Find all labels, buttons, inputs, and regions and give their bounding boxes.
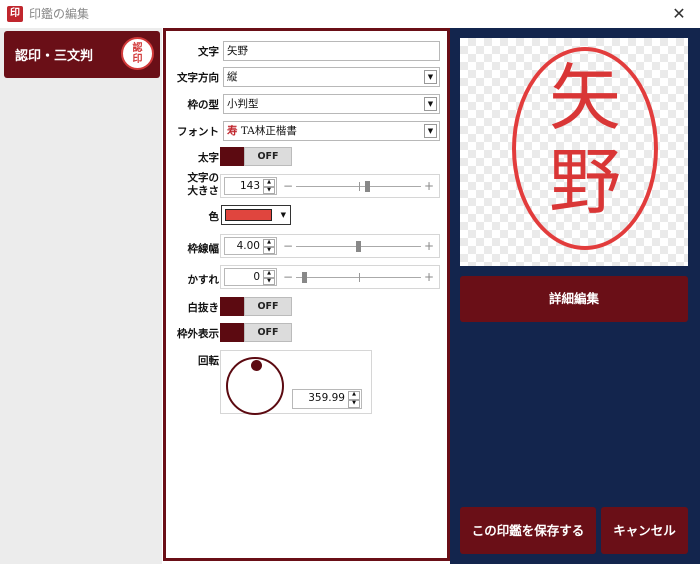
frame-width-slider-box: 4.00 ▲ ▼ − + [220,234,440,258]
spinner-buttons[interactable]: ▲ ▼ [263,239,275,254]
spin-up-icon[interactable]: ▲ [263,270,275,278]
stamp-settings-form: 文字 矢野 文字方向 縦 ▼ 枠の型 小判型 ▼ フォント 寿 TA林正楷書 ▼… [163,28,450,561]
spin-up-icon[interactable]: ▲ [348,391,360,400]
bold-toggle[interactable]: OFF [220,147,292,166]
spin-down-icon[interactable]: ▼ [263,246,275,254]
rotation-dial-knob[interactable] [251,360,262,371]
window-title: 印鑑の編集 [29,7,90,21]
direction-value: 縦 [227,71,238,83]
seal-char-top: 矢 [548,56,621,140]
blur-slider-thumb[interactable] [302,272,307,283]
blur-slider-box: 0 ▲ ▼ − + [220,265,440,289]
minus-icon[interactable]: − [283,270,293,284]
toggle-knob [220,323,244,342]
frame-select[interactable]: 小判型 ▼ [223,94,440,114]
frame-width-slider-thumb[interactable] [355,241,361,252]
stamp-type-sidebar: 認印・三文判 認 印 [0,28,162,564]
size-label-line2: 大きさ [187,185,220,197]
direction-select[interactable]: 縦 ▼ [223,67,440,87]
size-label-line1: 文字の [187,172,220,184]
preview-panel: 矢 野 詳細編集 この印鑑を保存する キャンセル [450,28,700,564]
blur-label: かすれ [187,274,220,286]
blur-value: 0 [253,271,260,283]
frame-width-slider[interactable] [296,241,421,252]
stamp-type-label: 認印・三文判 [15,49,94,64]
frame-label: 枠の型 [187,99,220,111]
spin-down-icon[interactable]: ▼ [263,186,275,194]
size-slider-box: 143 ▲ ▼ − + [220,174,440,198]
frame-width-spinner[interactable]: 4.00 ▲ ▼ [224,237,277,255]
white-out-label: 白抜き [187,302,220,314]
color-swatch [225,209,272,221]
toggle-knob [220,147,244,166]
app-stamp-icon: 印 [7,6,23,22]
cancel-button[interactable]: キャンセル [601,507,688,554]
seal-char-bottom: 野 [548,140,621,224]
slider-tick [358,182,360,191]
spin-up-icon[interactable]: ▲ [263,239,275,247]
size-spinner[interactable]: 143 ▲ ▼ [224,177,277,195]
toggle-knob [220,297,244,316]
plus-icon[interactable]: + [424,239,434,253]
rotation-value: 359.99 [308,392,345,404]
font-value: TA林正楷書 [240,125,297,137]
thumb-char-1: 認 [132,42,143,54]
chevron-down-icon[interactable]: ▼ [424,70,437,84]
stamp-type-item-mitome[interactable]: 認印・三文判 認 印 [4,31,160,78]
slider-tick [358,273,360,282]
white-out-toggle[interactable]: OFF [220,297,292,316]
font-select[interactable]: 寿 TA林正楷書 ▼ [223,121,440,141]
size-label: 文字の 大きさ [188,172,220,198]
font-sample-glyph: 寿 [227,125,238,137]
text-label: 文字 [198,46,219,58]
plus-icon[interactable]: + [424,179,434,193]
spinner-buttons[interactable]: ▲ ▼ [348,391,360,408]
blur-slider[interactable] [296,272,421,283]
spin-down-icon[interactable]: ▼ [348,399,360,408]
size-slider[interactable] [296,181,421,192]
outside-frame-toggle[interactable]: OFF [220,323,292,342]
chevron-down-icon[interactable]: ▼ [281,209,286,221]
minus-icon[interactable]: − [283,239,293,253]
bold-label: 太字 [198,152,219,164]
rotation-box: 359.99 ▲ ▼ [220,350,372,415]
frame-width-label: 枠線幅 [187,243,220,255]
size-value: 143 [239,180,260,192]
outside-frame-label: 枠外表示 [177,328,219,340]
spin-down-icon[interactable]: ▼ [263,277,275,285]
blur-spinner[interactable]: 0 ▲ ▼ [224,268,277,286]
frame-value: 小判型 [227,98,259,110]
frame-width-value: 4.00 [236,240,260,252]
size-slider-thumb[interactable] [364,181,370,192]
rotation-spinner[interactable]: 359.99 ▲ ▼ [292,389,362,409]
bold-state: OFF [244,147,292,166]
close-button[interactable]: ✕ [668,3,690,25]
chevron-down-icon[interactable]: ▼ [424,124,437,138]
detail-edit-button[interactable]: 詳細編集 [460,276,688,322]
color-picker[interactable]: ▼ [221,205,291,225]
font-label: フォント [177,126,219,138]
stamp-thumbnail-icon: 認 印 [121,37,154,70]
minus-icon[interactable]: − [283,179,293,193]
spinner-buttons[interactable]: ▲ ▼ [263,270,275,285]
thumb-char-2: 印 [132,53,143,65]
rotation-dial[interactable] [226,357,284,415]
save-stamp-button[interactable]: この印鑑を保存する [460,507,596,554]
spinner-buttons[interactable]: ▲ ▼ [263,179,275,194]
chevron-down-icon[interactable]: ▼ [424,97,437,111]
color-label: 色 [208,211,220,223]
direction-label: 文字方向 [177,72,219,84]
white-out-state: OFF [244,297,292,316]
title-bar: 印 印鑑の編集 ✕ [0,0,700,28]
outside-frame-state: OFF [244,323,292,342]
spin-up-icon[interactable]: ▲ [263,179,275,187]
plus-icon[interactable]: + [424,270,434,284]
text-input[interactable]: 矢野 [223,41,440,61]
rotation-label: 回転 [198,355,219,367]
stamp-preview: 矢 野 [460,38,688,266]
